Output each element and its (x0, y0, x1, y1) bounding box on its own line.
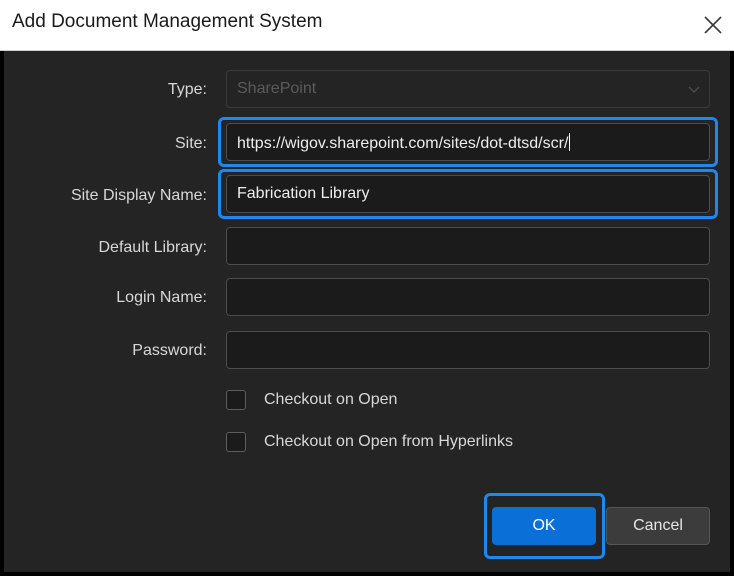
ok-button[interactable]: OK (492, 507, 596, 545)
password-label: Password: (132, 342, 207, 359)
dialog-title: Add Document Management System (12, 11, 323, 32)
type-label: Type: (167, 81, 207, 98)
close-button[interactable] (696, 8, 730, 42)
dialog-body: Type: SharePoint Site: https://wigov.sha… (4, 51, 730, 572)
cancel-button[interactable]: Cancel (606, 507, 710, 545)
title-bar[interactable]: Add Document Management System (0, 0, 734, 51)
login-name-input[interactable] (226, 278, 710, 316)
type-select: SharePoint (226, 70, 710, 108)
checkout-on-open-option[interactable]: Checkout on Open (226, 390, 526, 412)
checkout-on-open-hyperlinks-option[interactable]: Checkout on Open from Hyperlinks (226, 432, 606, 454)
checkout-on-open-label: Checkout on Open (264, 391, 398, 408)
password-input[interactable] (226, 331, 710, 369)
default-library-label: Default Library: (98, 239, 208, 256)
site-display-name-input[interactable]: Fabrication Library (226, 175, 710, 213)
site-input-value: https://wigov.sharepoint.com/sites/dot-d… (237, 135, 569, 152)
type-select-value: SharePoint (237, 80, 317, 97)
site-display-name-label: Site Display Name: (70, 187, 207, 204)
site-display-name-value: Fabrication Library (237, 185, 370, 202)
chevron-down-icon (688, 86, 700, 94)
site-label: Site: (174, 135, 207, 152)
close-icon (704, 16, 722, 34)
add-dms-dialog: Add Document Management System Type: Sha… (0, 0, 734, 576)
text-caret (569, 133, 571, 151)
checkout-on-open-hyperlinks-label: Checkout on Open from Hyperlinks (264, 433, 513, 450)
login-name-label: Login Name: (116, 289, 207, 306)
checkout-on-open-hyperlinks-checkbox[interactable] (226, 432, 246, 452)
site-input[interactable]: https://wigov.sharepoint.com/sites/dot-d… (226, 123, 710, 161)
default-library-input[interactable] (226, 227, 710, 265)
checkout-on-open-checkbox[interactable] (226, 390, 246, 410)
